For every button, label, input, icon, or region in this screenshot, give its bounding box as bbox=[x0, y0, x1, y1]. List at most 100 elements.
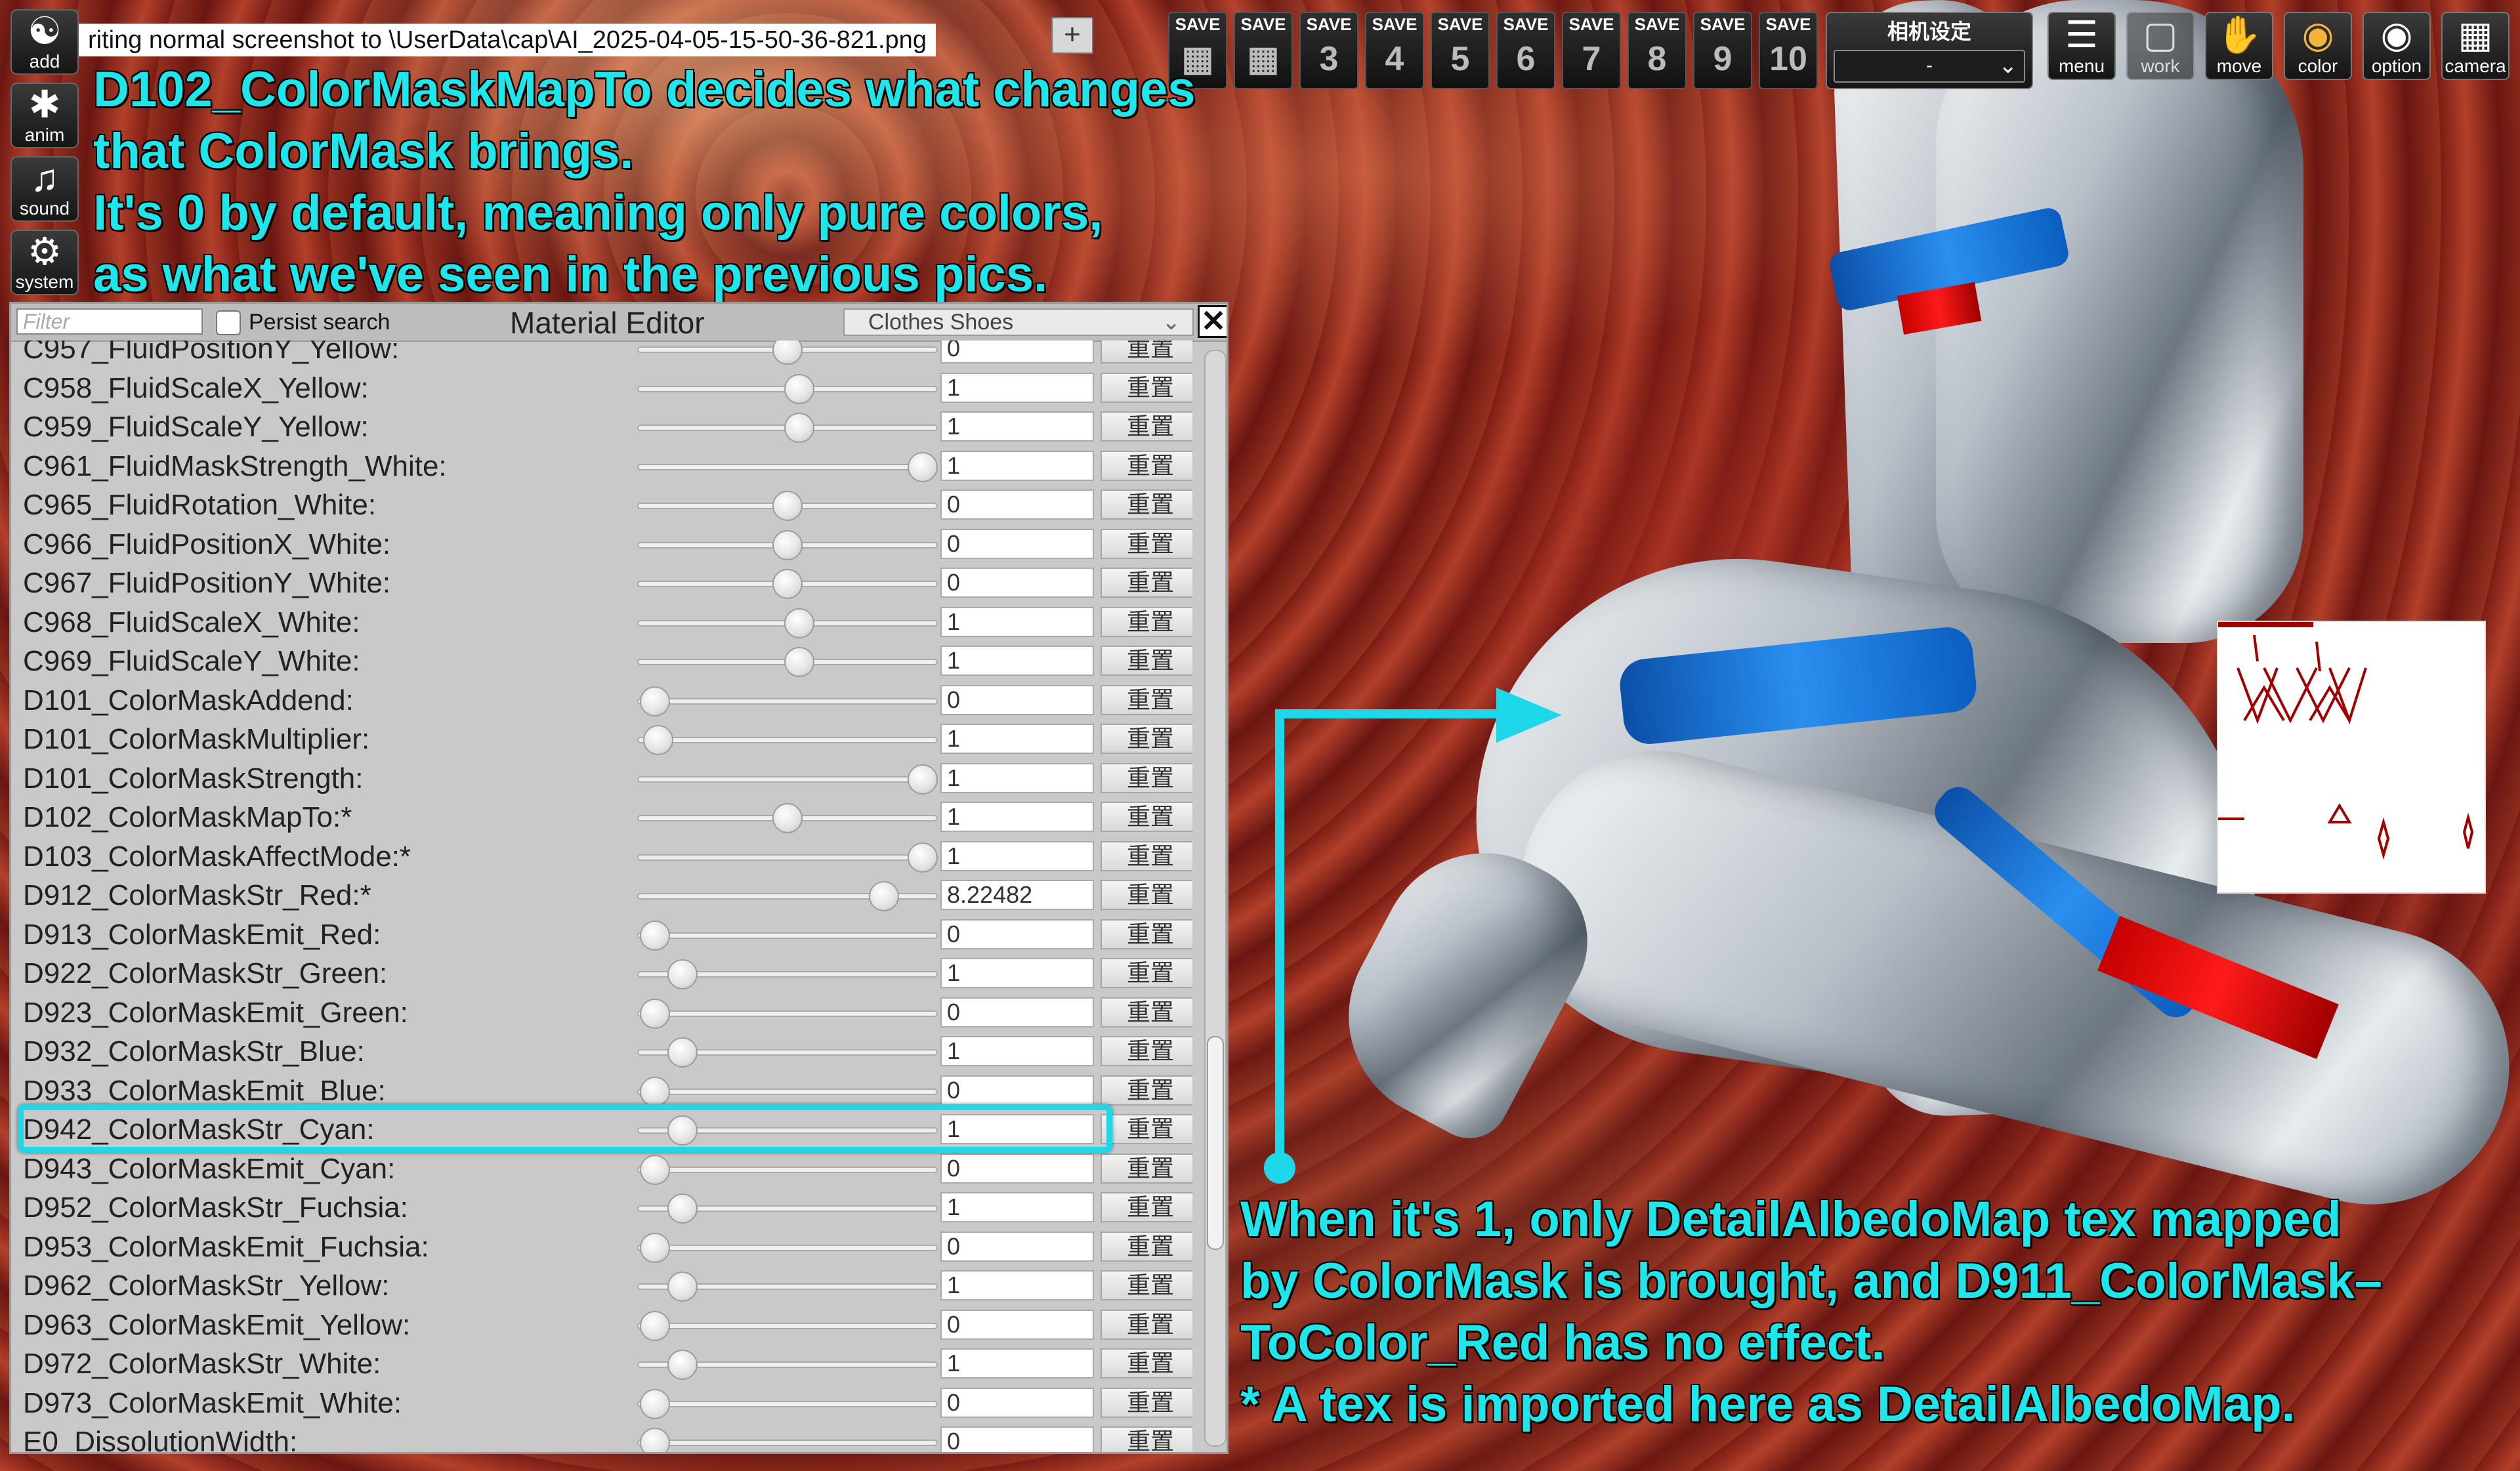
property-slider-thumb[interactable] bbox=[640, 1154, 671, 1185]
reset-button[interactable]: 重置 bbox=[1101, 568, 1192, 598]
property-slider-track[interactable] bbox=[637, 1166, 938, 1173]
save-slot[interactable]: SAVE 9 bbox=[1693, 12, 1752, 89]
property-slider-thumb[interactable] bbox=[667, 1350, 698, 1380]
property-slider-thumb[interactable] bbox=[640, 998, 671, 1029]
property-slider-thumb[interactable] bbox=[640, 1076, 671, 1107]
property-slider-thumb[interactable] bbox=[640, 920, 671, 951]
property-slider-thumb[interactable] bbox=[667, 1193, 698, 1224]
reset-button[interactable]: 重置 bbox=[1101, 489, 1192, 520]
reset-button[interactable]: 重置 bbox=[1101, 1075, 1192, 1106]
property-slider-thumb[interactable] bbox=[640, 1232, 671, 1263]
property-slider-thumb[interactable] bbox=[868, 881, 899, 911]
property-value-input[interactable] bbox=[940, 684, 1094, 715]
save-slot[interactable]: SAVE 3 bbox=[1299, 12, 1358, 89]
reset-button[interactable]: 重置 bbox=[1101, 840, 1192, 871]
save-slot[interactable]: SAVE 4 bbox=[1365, 12, 1424, 89]
add-button[interactable]: ☯ add bbox=[10, 9, 79, 75]
property-value-input[interactable] bbox=[940, 1036, 1094, 1066]
anim-button[interactable]: ✱ anim bbox=[10, 83, 79, 148]
target-select[interactable]: Clothes Shoes ⌄ bbox=[843, 308, 1194, 336]
property-slider-thumb[interactable] bbox=[640, 1428, 671, 1452]
plus-button[interactable]: + bbox=[1051, 17, 1093, 54]
property-slider-thumb[interactable] bbox=[772, 569, 803, 599]
save-slot[interactable]: SAVE ▦ bbox=[1234, 12, 1293, 89]
property-value-input[interactable] bbox=[940, 372, 1094, 403]
save-slot[interactable]: SAVE 7 bbox=[1562, 12, 1621, 89]
property-slider-track[interactable] bbox=[637, 737, 938, 743]
property-slider-thumb[interactable] bbox=[772, 803, 803, 833]
property-slider-thumb[interactable] bbox=[640, 1310, 671, 1341]
system-button[interactable]: ⚙ system bbox=[10, 230, 79, 295]
property-slider-track[interactable] bbox=[637, 1440, 938, 1446]
reset-button[interactable]: 重置 bbox=[1101, 1426, 1192, 1452]
property-slider-track[interactable] bbox=[637, 932, 938, 939]
property-slider-thumb[interactable] bbox=[784, 647, 815, 677]
property-scrollbar[interactable] bbox=[1204, 350, 1227, 1447]
property-value-input[interactable] bbox=[940, 958, 1094, 988]
property-value-input[interactable] bbox=[940, 997, 1094, 1027]
property-slider-track[interactable] bbox=[637, 854, 938, 861]
property-slider-thumb[interactable] bbox=[667, 959, 698, 989]
reset-button[interactable]: 重置 bbox=[1101, 1114, 1192, 1144]
reset-button[interactable]: 重置 bbox=[1101, 1270, 1192, 1300]
property-value-input[interactable] bbox=[940, 450, 1094, 481]
reset-button[interactable]: 重置 bbox=[1101, 411, 1192, 442]
property-slider-thumb[interactable] bbox=[667, 1272, 698, 1302]
property-value-input[interactable] bbox=[940, 1426, 1094, 1452]
reset-button[interactable]: 重置 bbox=[1101, 1153, 1192, 1184]
property-value-input[interactable] bbox=[940, 1153, 1094, 1184]
reset-button[interactable]: 重置 bbox=[1101, 1192, 1192, 1222]
property-value-input[interactable] bbox=[940, 1192, 1094, 1222]
reset-button[interactable]: 重置 bbox=[1101, 802, 1192, 832]
option-button[interactable]: ◉ option bbox=[2362, 12, 2431, 80]
sound-button[interactable]: ♫ sound bbox=[10, 156, 79, 222]
move-button[interactable]: ✋ move bbox=[2205, 12, 2273, 80]
property-value-input[interactable] bbox=[940, 724, 1094, 754]
property-slider-thumb[interactable] bbox=[640, 686, 671, 716]
reset-button[interactable]: 重置 bbox=[1101, 1231, 1192, 1262]
reset-button[interactable]: 重置 bbox=[1101, 880, 1192, 910]
property-slider-thumb[interactable] bbox=[643, 725, 674, 755]
property-value-input[interactable] bbox=[940, 1387, 1094, 1418]
property-slider-track[interactable] bbox=[637, 1322, 938, 1329]
property-slider-thumb[interactable] bbox=[784, 608, 815, 638]
property-value-input[interactable] bbox=[940, 341, 1094, 363]
property-value-input[interactable] bbox=[940, 568, 1094, 598]
property-value-input[interactable] bbox=[940, 840, 1094, 871]
property-slider-track[interactable] bbox=[637, 697, 938, 705]
property-value-input[interactable] bbox=[940, 1348, 1094, 1378]
property-value-input[interactable] bbox=[940, 1270, 1094, 1300]
reset-button[interactable]: 重置 bbox=[1101, 919, 1192, 949]
property-slider-thumb[interactable] bbox=[908, 451, 938, 482]
property-slider-thumb[interactable] bbox=[667, 1037, 698, 1067]
save-slot[interactable]: SAVE 5 bbox=[1431, 12, 1490, 89]
save-slot[interactable]: SAVE 10 bbox=[1759, 12, 1818, 89]
property-slider-thumb[interactable] bbox=[784, 373, 815, 404]
persist-search-checkbox[interactable] bbox=[216, 310, 241, 335]
reset-button[interactable]: 重置 bbox=[1101, 372, 1192, 403]
property-value-input[interactable] bbox=[940, 528, 1094, 559]
property-value-input[interactable] bbox=[940, 606, 1094, 637]
property-value-input[interactable] bbox=[940, 762, 1094, 793]
property-slider-track[interactable] bbox=[637, 1088, 938, 1095]
work-button[interactable]: ▢ work bbox=[2126, 12, 2194, 80]
property-slider-thumb[interactable] bbox=[908, 764, 938, 795]
property-slider-thumb[interactable] bbox=[772, 529, 803, 560]
reset-button[interactable]: 重置 bbox=[1101, 958, 1192, 988]
property-slider-track[interactable] bbox=[637, 1010, 938, 1017]
property-slider-thumb[interactable] bbox=[772, 491, 803, 521]
camera-button[interactable]: ▦ camera bbox=[2441, 12, 2510, 80]
property-slider-track[interactable] bbox=[637, 1244, 938, 1251]
reset-button[interactable]: 重置 bbox=[1101, 646, 1192, 676]
reset-button[interactable]: 重置 bbox=[1101, 762, 1192, 793]
property-value-input[interactable] bbox=[940, 489, 1094, 520]
property-value-input[interactable] bbox=[940, 1309, 1094, 1340]
reset-button[interactable]: 重置 bbox=[1101, 684, 1192, 715]
reset-button[interactable]: 重置 bbox=[1101, 1387, 1192, 1418]
property-value-input[interactable] bbox=[940, 1231, 1094, 1262]
reset-button[interactable]: 重置 bbox=[1101, 606, 1192, 637]
property-value-input[interactable] bbox=[940, 802, 1094, 832]
reset-button[interactable]: 重置 bbox=[1101, 341, 1192, 363]
reset-button[interactable]: 重置 bbox=[1101, 1036, 1192, 1066]
reset-button[interactable]: 重置 bbox=[1101, 528, 1192, 559]
